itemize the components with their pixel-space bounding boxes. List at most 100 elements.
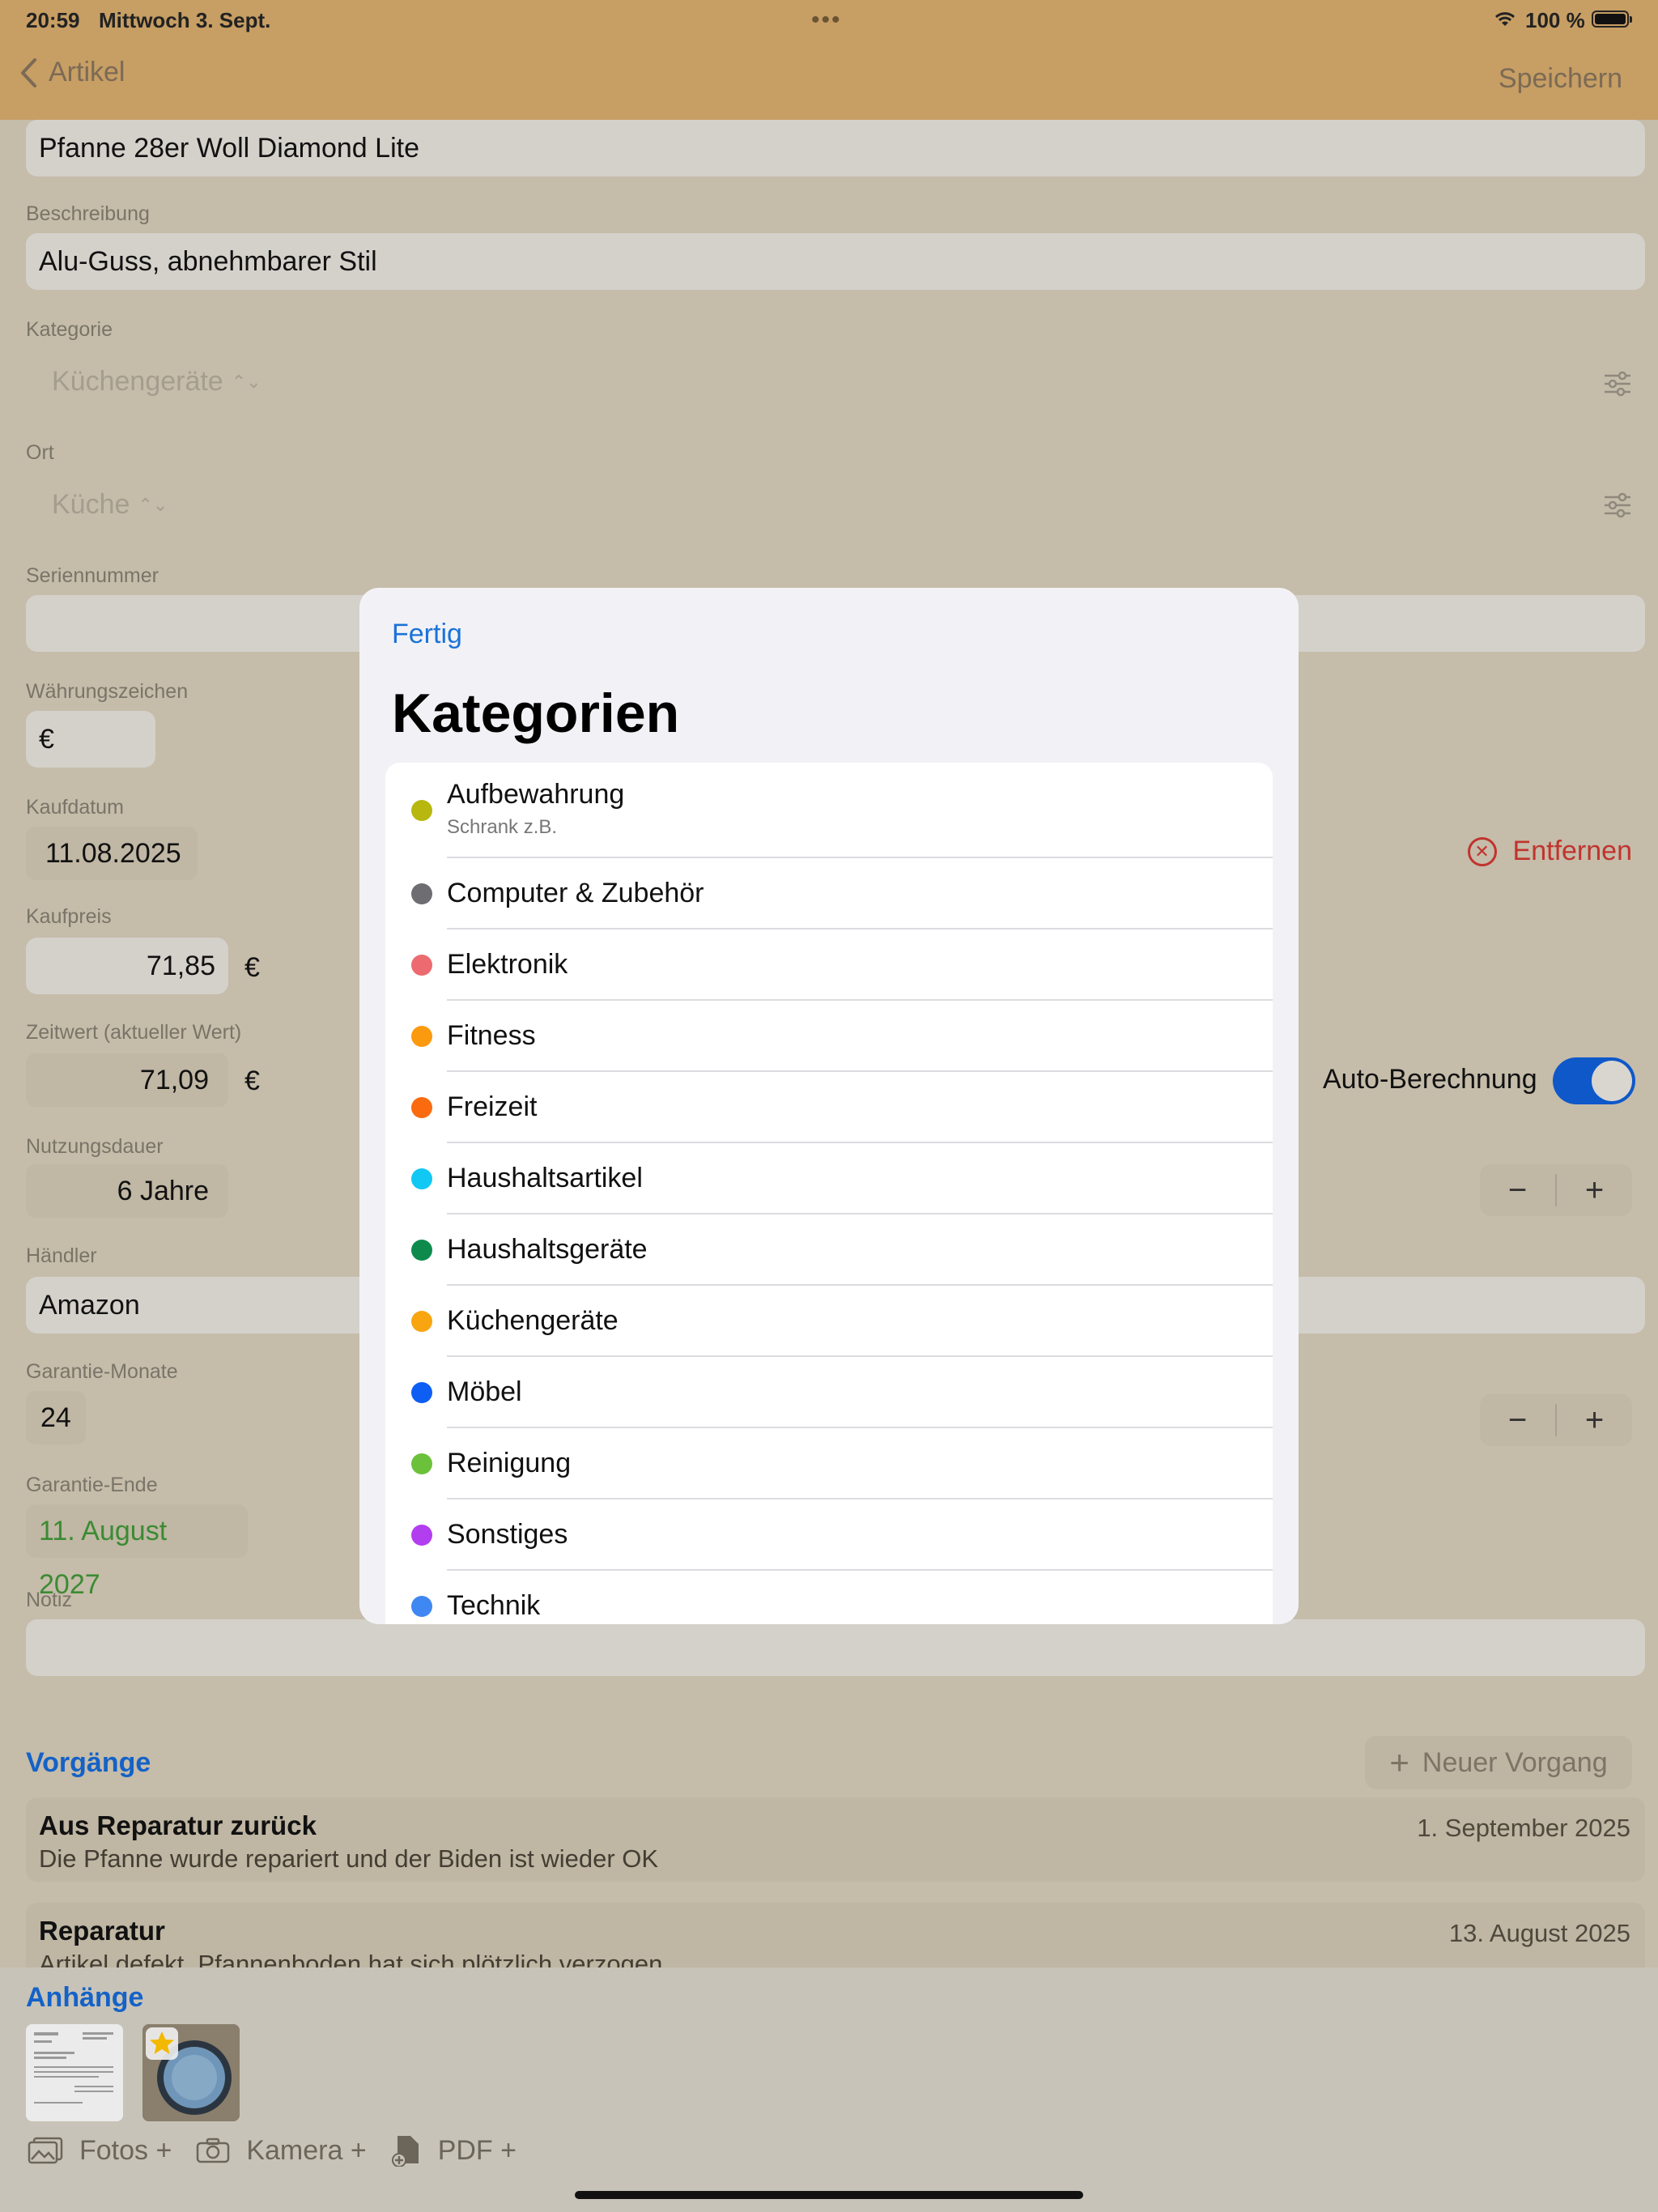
- category-name: Technik: [447, 1590, 541, 1621]
- attachment-photo-thumbnail[interactable]: [142, 2024, 240, 2121]
- category-name: Elektronik: [447, 949, 568, 980]
- category-row[interactable]: Aufbewahrung Schrank z.B.: [385, 763, 1273, 858]
- category-color-dot-icon: [411, 1168, 432, 1189]
- category-row[interactable]: Freizeit: [385, 1072, 1273, 1143]
- event-row[interactable]: Aus Reparatur zurück Die Pfanne wurde re…: [26, 1797, 1645, 1882]
- lifetime-stepper[interactable]: − +: [1480, 1164, 1632, 1216]
- category-row[interactable]: Sonstiges: [385, 1499, 1273, 1571]
- remove-date-button[interactable]: ✕ Entfernen: [1467, 836, 1632, 867]
- battery-percent: 100 %: [1525, 8, 1585, 32]
- attachments-section-title: Anhänge: [26, 1982, 144, 2013]
- wifi-icon: [1493, 10, 1517, 32]
- event-description: Die Pfanne wurde repariert und der Biden…: [39, 1844, 659, 1873]
- name-input[interactable]: Pfanne 28er Woll Diamond Lite: [26, 120, 1645, 177]
- category-name: Aufbewahrung: [447, 779, 625, 810]
- location-settings-icon[interactable]: [1603, 492, 1632, 518]
- category-color-dot-icon: [411, 1026, 432, 1047]
- pan-photo-icon: [142, 2024, 240, 2121]
- category-row[interactable]: Computer & Zubehör: [385, 858, 1273, 929]
- status-date: Mittwoch 3. Sept.: [99, 8, 271, 32]
- multitasking-dots-icon[interactable]: •••: [811, 6, 842, 34]
- serial-label: Seriennummer: [26, 564, 159, 587]
- category-row[interactable]: Elektronik: [385, 929, 1273, 1001]
- attachment-document-thumbnail[interactable]: [26, 2024, 123, 2121]
- status-bar: 20:59 Mittwoch 3. Sept. ••• 100 %: [0, 0, 1658, 39]
- category-label: Kategorie: [26, 318, 113, 341]
- category-color-dot-icon: [411, 1240, 432, 1261]
- warranty-stepper[interactable]: − +: [1480, 1394, 1632, 1446]
- category-row[interactable]: Reinigung: [385, 1428, 1273, 1499]
- description-input[interactable]: Alu-Guss, abnehmbarer Stil: [26, 233, 1645, 290]
- category-picker[interactable]: Küchengeräte ⌃⌄: [52, 366, 261, 398]
- purchase-date-picker[interactable]: 11.08.2025: [26, 827, 198, 880]
- auto-calc-label: Auto-Berechnung: [1323, 1064, 1537, 1095]
- back-button[interactable]: Artikel: [19, 57, 125, 88]
- auto-calc-toggle[interactable]: [1553, 1057, 1635, 1104]
- category-name: Freizeit: [447, 1091, 538, 1122]
- category-settings-icon[interactable]: [1603, 371, 1632, 397]
- category-row[interactable]: Möbel: [385, 1357, 1273, 1428]
- price-label: Kaufpreis: [26, 905, 112, 928]
- remove-circle-icon: ✕: [1467, 836, 1497, 866]
- lifetime-field: 6 Jahre: [26, 1164, 228, 1218]
- navigation-bar: [0, 39, 1658, 120]
- price-input[interactable]: 71,85: [26, 938, 228, 994]
- note-label: Notiz: [26, 1589, 72, 1611]
- attachment-actions: Fotos + Kamera + PDF +: [28, 2134, 541, 2167]
- category-color-dot-icon: [411, 955, 432, 976]
- events-section-title: Vorgänge: [26, 1747, 151, 1778]
- done-button[interactable]: Fertig: [392, 619, 462, 650]
- category-row[interactable]: Haushaltsartikel: [385, 1143, 1273, 1214]
- category-name: Haushaltsgeräte: [447, 1234, 648, 1265]
- article-edit-screen: 20:59 Mittwoch 3. Sept. ••• 100 % Artike…: [0, 0, 1658, 2212]
- warranty-increment-button[interactable]: +: [1557, 1402, 1632, 1439]
- category-color-dot-icon: [411, 1453, 432, 1474]
- category-row[interactable]: Fitness: [385, 1001, 1273, 1072]
- category-name: Küchengeräte: [447, 1305, 619, 1336]
- warranty-months-label: Garantie-Monate: [26, 1360, 178, 1383]
- camera-button[interactable]: Kamera +: [196, 2134, 367, 2167]
- categories-modal: Fertig Kategorien Aufbewahrung Schrank z.…: [359, 588, 1299, 1624]
- category-color-dot-icon: [411, 883, 432, 904]
- add-pdf-button[interactable]: PDF +: [391, 2134, 517, 2167]
- event-date: 13. August 2025: [1448, 1919, 1630, 1947]
- note-input[interactable]: [26, 1619, 1645, 1676]
- battery-icon: [1592, 11, 1632, 28]
- remove-label: Entfernen: [1512, 836, 1632, 866]
- category-name: Haushaltsartikel: [447, 1163, 643, 1193]
- warranty-end-label: Garantie-Ende: [26, 1474, 158, 1496]
- description-label: Beschreibung: [26, 202, 150, 225]
- category-row[interactable]: Technik: [385, 1571, 1273, 1624]
- chevron-up-down-icon: ⌃⌄: [231, 371, 261, 392]
- currency-input[interactable]: €: [26, 711, 155, 768]
- category-color-dot-icon: [411, 800, 432, 821]
- warranty-end-value: 11. August 2027: [26, 1504, 248, 1600]
- location-label: Ort: [26, 441, 54, 464]
- category-color-dot-icon: [411, 1596, 432, 1617]
- camera-label: Kamera +: [246, 2134, 367, 2166]
- new-event-button[interactable]: + Neuer Vorgang: [1365, 1736, 1632, 1789]
- event-title: Aus Reparatur zurück: [39, 1810, 317, 1840]
- category-name: Möbel: [447, 1376, 522, 1407]
- category-color-dot-icon: [411, 1525, 432, 1546]
- category-row[interactable]: Küchengeräte: [385, 1286, 1273, 1357]
- add-photos-button[interactable]: Fotos +: [28, 2135, 172, 2167]
- current-value-unit: €: [244, 1066, 260, 1096]
- currency-label: Währungszeichen: [26, 680, 189, 703]
- back-label: Artikel: [49, 57, 125, 87]
- warranty-months-field: 24: [26, 1391, 86, 1444]
- category-name: Reinigung: [447, 1448, 572, 1478]
- category-color-dot-icon: [411, 1311, 432, 1332]
- category-name: Fitness: [447, 1020, 536, 1051]
- save-button[interactable]: Speichern: [1499, 63, 1622, 95]
- lifetime-decrement-button[interactable]: −: [1480, 1172, 1555, 1209]
- price-unit: €: [244, 952, 260, 983]
- category-subtitle: Schrank z.B.: [447, 816, 558, 838]
- location-picker[interactable]: Küche ⌃⌄: [52, 489, 168, 521]
- purchase-date-label: Kaufdatum: [26, 796, 124, 819]
- category-row[interactable]: Haushaltsgeräte: [385, 1214, 1273, 1286]
- lifetime-increment-button[interactable]: +: [1557, 1172, 1632, 1209]
- chevron-up-down-icon: ⌃⌄: [138, 494, 168, 515]
- photos-icon: [28, 2137, 63, 2164]
- warranty-decrement-button[interactable]: −: [1480, 1402, 1555, 1439]
